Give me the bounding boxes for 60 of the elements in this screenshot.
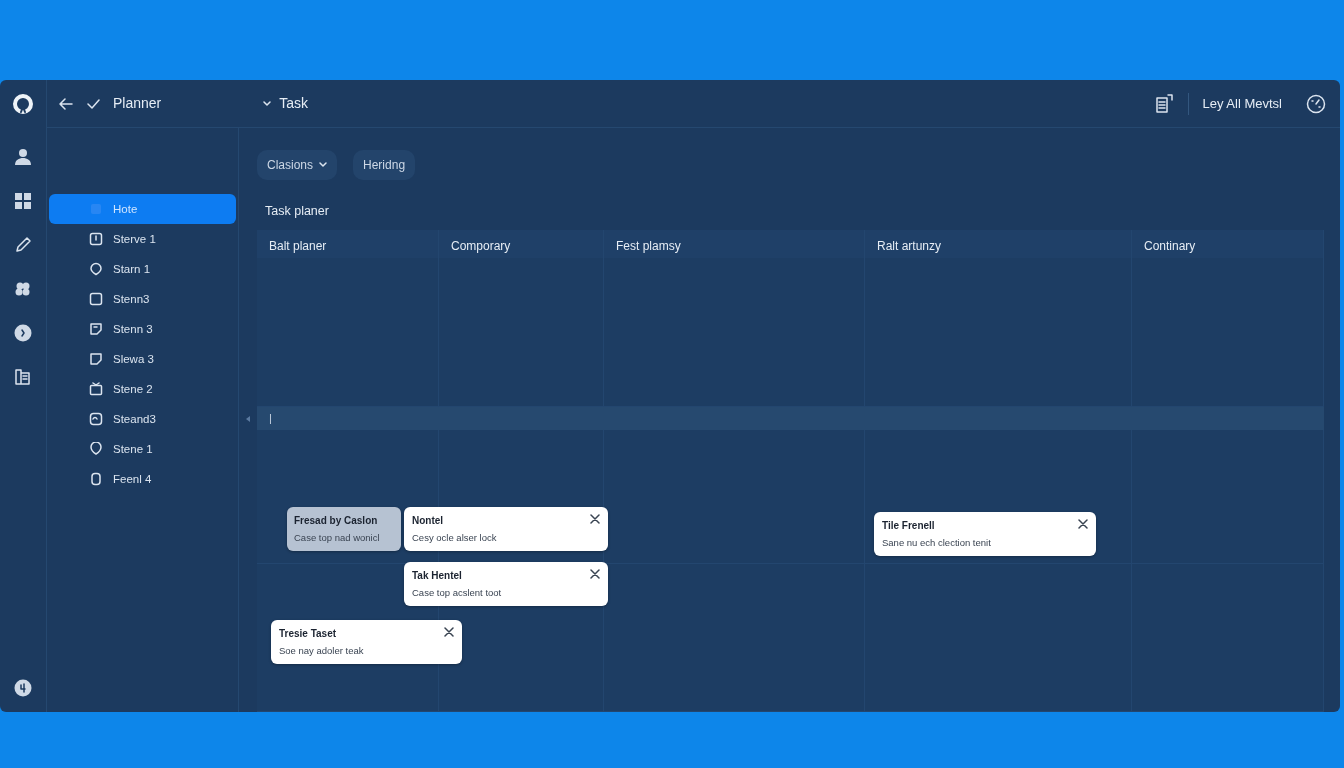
card-title: Nontel — [412, 514, 445, 528]
sidebar-item[interactable]: Stenn 3 — [49, 314, 236, 345]
card-title: Fresad by Caslon — [294, 514, 379, 528]
sidebar-item[interactable]: Slewa 3 — [49, 344, 236, 375]
column-header: Comporary — [439, 230, 604, 258]
cluster-icon[interactable] — [14, 280, 32, 298]
column-header: Fest plamsy — [604, 230, 865, 258]
note-icon — [89, 322, 103, 337]
sidebar-item[interactable]: Steand3 — [49, 404, 236, 435]
sidebar-item[interactable]: Sterve 1 — [49, 224, 236, 255]
pin-icon — [89, 262, 103, 277]
close-icon[interactable] — [590, 569, 600, 579]
sidebar-item[interactable]: Stenn3 — [49, 284, 236, 315]
pencil-icon[interactable] — [14, 236, 32, 254]
task-card[interactable]: Tak Hentel Case top acslent toot — [404, 562, 608, 607]
board-title: Task planer — [265, 203, 330, 221]
card-text: Case top acslent toot — [412, 586, 502, 600]
card-text: Sane nu ech clection tenit — [882, 536, 991, 550]
task-card[interactable]: Tresie Taset Soe nay adoler teak — [271, 620, 462, 665]
square-icon — [89, 202, 103, 217]
gauge-icon[interactable] — [1306, 93, 1326, 114]
square-icon — [89, 292, 103, 307]
user-icon[interactable] — [14, 148, 32, 166]
column-header: Continary — [1132, 230, 1324, 258]
note-icon — [89, 352, 103, 367]
sidebar-item[interactable]: Starn 1 — [49, 254, 236, 285]
card-text: Soe nay adoler teak — [279, 644, 364, 658]
sidebar-item[interactable]: Feenl 4 — [49, 464, 236, 495]
close-icon[interactable] — [1078, 519, 1088, 529]
collapse-arrow-icon[interactable] — [245, 415, 251, 423]
checkmark-icon[interactable] — [87, 98, 100, 109]
card-text: Cesy ocle alser lock — [412, 531, 497, 545]
logo-icon — [12, 94, 34, 116]
section-title: Task — [279, 94, 309, 114]
book-icon[interactable] — [14, 368, 32, 386]
close-icon[interactable] — [444, 627, 454, 637]
card-title: Tile Frenell — [882, 519, 936, 533]
caret-icon[interactable] — [263, 100, 272, 107]
card-title: Tak Hentel — [412, 569, 463, 583]
back-arrow-icon[interactable] — [59, 97, 73, 110]
column-header: Balt planer — [257, 230, 439, 258]
app-title: Planner — [113, 94, 162, 114]
card-text: Case top nad wonicl — [294, 531, 380, 545]
timeline-row: | — [257, 407, 1324, 430]
filter-chip[interactable]: Heridng — [353, 150, 416, 181]
sidebar-item[interactable]: Stene 2 — [49, 374, 236, 405]
help-icon[interactable] — [14, 679, 32, 697]
badge-icon[interactable] — [14, 324, 32, 342]
task-card[interactable]: Nontel Cesy ocle alser lock — [404, 507, 608, 552]
filter-chip[interactable]: Clasions — [257, 150, 338, 181]
sidebar-item[interactable]: Stene 1 — [49, 434, 236, 465]
document-icon[interactable] — [1153, 93, 1174, 114]
grid-icon[interactable] — [14, 192, 32, 210]
square-icon — [89, 232, 103, 247]
column-header: Ralt artunzy — [865, 230, 1132, 258]
card-title: Tresie Taset — [279, 627, 338, 641]
account-name[interactable]: Ley All Mevtsl — [1202, 93, 1282, 114]
task-card[interactable]: Fresad by Caslon Case top nad wonicl — [287, 507, 401, 552]
task-card[interactable]: Tile Frenell Sane nu ech clection tenit — [874, 512, 1096, 557]
close-icon[interactable] — [590, 514, 600, 524]
